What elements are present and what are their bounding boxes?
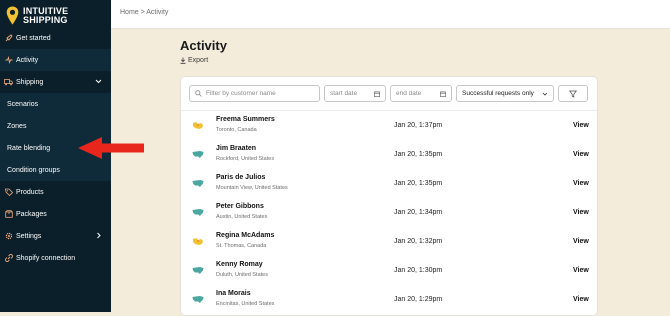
chevron-right-icon [97,232,101,239]
sidebar-item-packages[interactable]: Packages [0,203,111,225]
sidebar-item-label: Settings [16,232,42,240]
export-button[interactable]: Export [180,57,208,64]
customer-location: Rockford, United States [216,156,275,162]
customer-name: Freema Summers [216,116,275,123]
canada-flag-icon [193,122,203,129]
usa-map-icon [192,151,204,158]
rocket-icon [4,34,13,43]
search-placeholder: Filter by customer name [206,90,276,97]
package-icon [4,210,13,219]
sidebar-item-label: Activity [16,56,39,64]
customer-location: Austin, United States [216,214,268,220]
brand-name-line2: SHIPPING [23,15,68,25]
chevron-down-icon [95,79,102,84]
export-label: Export [188,57,209,64]
customer-name: Kenny Romay [216,261,263,268]
sidebar-item-label: Condition groups [7,166,60,174]
sidebar-item-label: Get started [16,34,51,42]
view-link[interactable]: View [573,209,589,216]
pulse-icon [4,56,13,65]
request-date: Jan 20, 1:29pm [394,296,443,303]
usa-map-icon [192,180,204,187]
activity-card: Filter by customer name start date end d… [180,76,598,316]
view-link[interactable]: View [573,296,589,303]
customer-location: St. Thomas, Canada [216,243,267,249]
filter-bar: Filter by customer name start date end d… [189,85,592,102]
customer-search-input[interactable]: Filter by customer name [189,85,320,102]
tag-icon [4,188,13,197]
sidebar-item-label: Shopify connection [16,254,76,262]
table-row: Ina Morais Encinitas, United States Jan … [181,285,597,314]
customer-name: Paris de Julios [216,174,266,181]
view-link[interactable]: View [573,151,589,158]
table-row: Freema Summers Toronto, Canada Jan 20, 1… [181,111,597,140]
activity-list: Freema Summers Toronto, Canada Jan 20, 1… [181,111,597,314]
customer-name: Regina McAdams [216,232,275,239]
request-date: Jan 20, 1:30pm [394,267,443,274]
sidebar-item-label: Products [16,188,44,196]
sidebar-item-condition-groups[interactable]: Condition groups [0,159,111,181]
end-date-placeholder: end date [396,90,422,97]
sidebar-item-zones[interactable]: Zones [0,115,111,137]
top-bar: Home > Activity [111,0,670,29]
filter-button[interactable] [558,85,588,102]
customer-name: Peter Gibbons [216,203,264,210]
sidebar-item-scenarios[interactable]: Scenarios [0,93,111,115]
view-link[interactable]: View [573,267,589,274]
start-date-input[interactable]: start date [324,85,386,102]
start-date-placeholder: start date [330,90,358,97]
sidebar-item-activity[interactable]: Activity [0,49,111,71]
customer-location: Encinitas, United States [216,301,275,307]
funnel-icon [569,90,577,98]
table-row: Peter Gibbons Austin, United States Jan … [181,198,597,227]
usa-map-icon [192,267,204,274]
view-link[interactable]: View [573,122,589,129]
table-row: Paris de Julios Mountain View, United St… [181,169,597,198]
page-title: Activity [180,38,227,53]
brand-logo[interactable]: INTUITIVE SHIPPING [6,5,68,27]
calendar-icon [440,91,446,97]
breadcrumb[interactable]: Home > Activity [120,9,168,16]
sidebar-item-label: Packages [16,210,47,218]
customer-name: Ina Morais [216,290,251,297]
usa-map-icon [192,209,204,216]
sidebar-item-products[interactable]: Products [0,181,111,203]
request-date: Jan 20, 1:32pm [394,238,443,245]
gear-icon [4,232,13,241]
chevron-down-icon [542,92,548,96]
request-date: Jan 20, 1:35pm [394,180,443,187]
sidebar-item-settings[interactable]: Settings [0,225,111,247]
view-link[interactable]: View [573,238,589,245]
status-selected-value: Successful requests only [462,90,534,97]
customer-location: Duluth, United States [216,272,268,278]
search-icon [195,90,202,97]
usa-map-icon [192,296,204,303]
request-date: Jan 20, 1:35pm [394,151,443,158]
canada-flag-icon [193,238,203,245]
link-icon [4,254,13,263]
customer-location: Toronto, Canada [216,127,257,133]
table-row: Regina McAdams St. Thomas, Canada Jan 20… [181,227,597,256]
end-date-input[interactable]: end date [390,85,452,102]
sidebar-item-label: Rate blending [7,144,51,152]
table-row: Kenny Romay Duluth, United States Jan 20… [181,256,597,285]
calendar-icon [374,91,380,97]
request-date: Jan 20, 1:37pm [394,122,443,129]
download-icon [180,57,186,64]
sidebar-item-label: Shipping [16,78,44,86]
sidebar-item-get-started[interactable]: Get started [0,27,111,49]
view-link[interactable]: View [573,180,589,187]
sidebar-item-shopify-connection[interactable]: Shopify connection [0,247,111,269]
map-pin-logo-icon [6,6,19,25]
table-row: Jim Braaten Rockford, United States Jan … [181,140,597,169]
truck-icon [4,78,13,87]
sidebar-item-label: Zones [7,122,27,130]
request-date: Jan 20, 1:34pm [394,209,443,216]
customer-location: Mountain View, United States [216,185,288,191]
customer-name: Jim Braaten [216,145,257,152]
sidebar-item-label: Scenarios [7,100,39,108]
sidebar-item-shipping[interactable]: Shipping [0,71,111,93]
status-select[interactable]: Successful requests only [456,85,554,102]
red-arrow-annotation-icon [78,137,144,159]
